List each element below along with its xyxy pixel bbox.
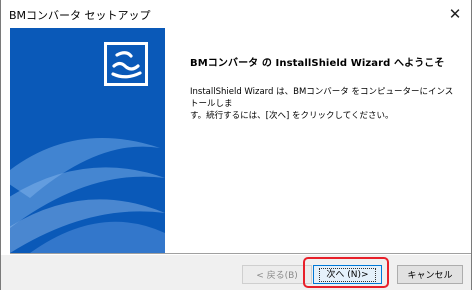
close-icon: ✕ [448, 5, 462, 23]
cancel-button-label: キャンセル [407, 271, 453, 281]
next-button[interactable]: 次へ (N)> [313, 265, 382, 284]
window-title: BMコンバータ セットアップ [9, 9, 151, 22]
description-line-1: InstallShield Wizard は、BMコンバータ をコンピューターに… [190, 87, 454, 109]
wizard-heading: BMコンバータ の InstallShield Wizard へようこそ [190, 58, 445, 69]
next-button-label: 次へ (N)> [319, 267, 376, 282]
installshield-logo-icon [104, 42, 148, 86]
setup-window: BMコンバータ セットアップ ✕ BMコンバータ の InstallShield… [0, 0, 472, 290]
description-line-2: す。続行するには、[次へ] をクリックしてください。 [190, 111, 394, 121]
wizard-side-panel [10, 28, 165, 253]
cancel-button[interactable]: キャンセル [397, 265, 463, 284]
side-panel-graphic [10, 28, 165, 253]
close-button[interactable]: ✕ [443, 2, 467, 26]
title-bar: BMコンバータ セットアップ ✕ [1, 0, 471, 28]
back-button-label: < 戻る(B) [256, 271, 298, 281]
wizard-description: InstallShield Wizard は、BMコンバータ をコンピューターに… [190, 86, 460, 122]
back-button[interactable]: < 戻る(B) [242, 265, 312, 284]
